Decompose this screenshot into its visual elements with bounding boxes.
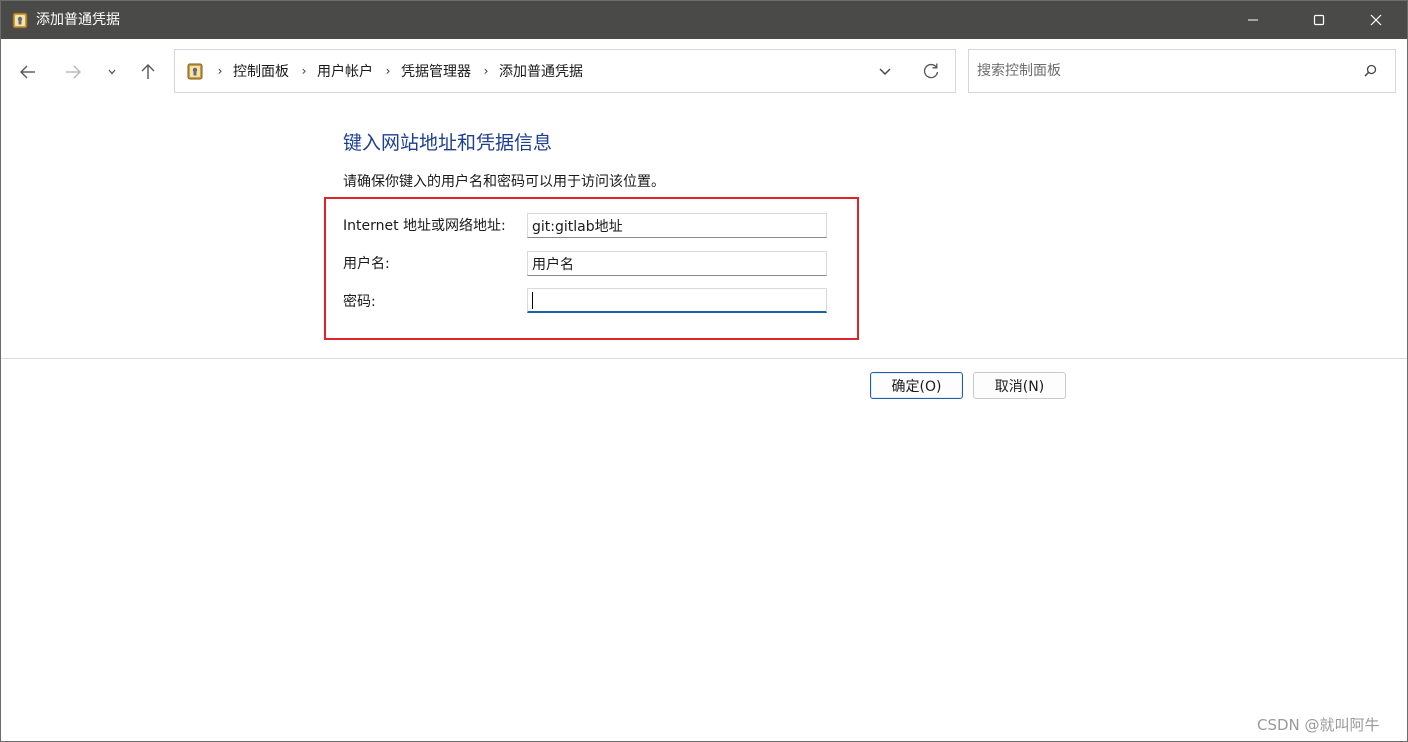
- ok-button[interactable]: 确定(O): [870, 372, 963, 399]
- password-label: 密码:: [343, 294, 376, 310]
- navigation-bar: › 控制面板 › 用户帐户 › 凭据管理器 › 添加普通凭据: [1, 39, 1407, 103]
- title-bar[interactable]: 添加普通凭据: [1, 1, 1407, 39]
- control-panel-icon: [187, 63, 203, 80]
- password-input[interactable]: [527, 288, 827, 313]
- address-bar[interactable]: › 控制面板 › 用户帐户 › 凭据管理器 › 添加普通凭据: [174, 49, 956, 93]
- credential-manager-icon: [12, 12, 28, 29]
- up-button[interactable]: [133, 57, 163, 87]
- search-box[interactable]: [968, 49, 1396, 93]
- breadcrumb-credential-manager[interactable]: 凭据管理器: [401, 61, 471, 81]
- breadcrumb-add-generic-credential[interactable]: 添加普通凭据: [499, 61, 583, 81]
- window-title: 添加普通凭据: [36, 12, 120, 28]
- search-input[interactable]: [977, 61, 1347, 81]
- breadcrumb: › 控制面板 › 用户帐户 › 凭据管理器 › 添加普通凭据: [213, 50, 583, 92]
- search-icon[interactable]: [1362, 63, 1378, 79]
- page-title: 键入网站地址和凭据信息: [343, 132, 553, 154]
- minimize-button[interactable]: [1220, 1, 1286, 39]
- cancel-button[interactable]: 取消(N): [973, 372, 1066, 399]
- chevron-down-icon: [108, 69, 116, 75]
- breadcrumb-user-accounts[interactable]: 用户帐户: [317, 61, 373, 81]
- username-label: 用户名:: [343, 256, 390, 272]
- text-cursor: [532, 292, 533, 309]
- credential-window: 添加普通凭据 › 控制面板 › 用户帐户 › 凭据管理器 › 添加普通凭据 搜索…: [0, 0, 1408, 742]
- recent-locations-button[interactable]: [97, 57, 127, 87]
- internet-address-input[interactable]: [527, 213, 827, 238]
- breadcrumb-separator: ›: [217, 64, 223, 78]
- maximize-icon: [1313, 14, 1325, 26]
- page-description: 请确保你键入的用户名和密码可以用于访问该位置。: [343, 174, 665, 190]
- breadcrumb-separator: ›: [301, 64, 307, 78]
- chevron-down-icon: [879, 68, 891, 75]
- arrow-left-icon: [20, 65, 35, 79]
- breadcrumb-separator: ›: [385, 64, 391, 78]
- refresh-button[interactable]: [921, 61, 941, 81]
- back-button[interactable]: [13, 57, 43, 87]
- username-input[interactable]: [527, 251, 827, 276]
- close-icon: [1370, 14, 1382, 26]
- refresh-icon: [923, 63, 939, 79]
- breadcrumb-control-panel[interactable]: 控制面板: [233, 61, 289, 81]
- forward-button[interactable]: [58, 57, 88, 87]
- breadcrumb-separator: ›: [483, 64, 489, 78]
- watermark: CSDN @就叫阿牛: [1257, 716, 1380, 734]
- internet-address-label: Internet 地址或网络地址:: [343, 218, 506, 234]
- close-button[interactable]: [1343, 1, 1407, 39]
- arrow-right-icon: [66, 65, 81, 79]
- arrow-up-icon: [141, 64, 155, 79]
- minimize-icon: [1248, 19, 1258, 21]
- address-dropdown-button[interactable]: [875, 61, 895, 81]
- divider: [1, 358, 1407, 359]
